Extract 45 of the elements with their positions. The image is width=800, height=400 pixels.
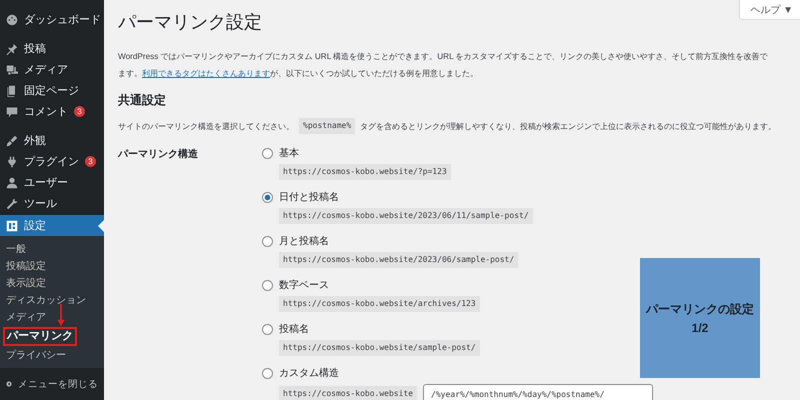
option-label: 日付と投稿名 xyxy=(279,190,339,204)
option-label: 投稿名 xyxy=(279,322,309,336)
tags-link[interactable]: 利用できるタグはたくさんあります xyxy=(142,65,270,82)
example-url: https://cosmos-kobo.website/2023/06/sample-post/ xyxy=(279,252,518,268)
intro-text: ます。 xyxy=(118,68,142,80)
sidebar-item[interactable]: 外観 xyxy=(0,130,104,151)
description-text: タグを含めるとリンクが理解しやすくなり、投稿が検索エンジンで上位に表示されるのに役立つ可能性があります。 xyxy=(360,120,776,132)
sidebar-item[interactable]: メディア xyxy=(0,59,104,80)
submenu-item[interactable]: 一般 xyxy=(0,241,104,258)
submenu-item[interactable]: ディスカッション xyxy=(0,292,104,309)
sidebar-item[interactable]: ツール xyxy=(0,193,104,214)
intro-text: が、以下にいくつか試していただける例を用意しました。 xyxy=(270,68,478,80)
intro-text: WordPress ではパーマリンクやアーカイブにカスタム URL 構造を使うことができます。URL をカスタマイズすることで、リンクの美しさや使いやすさ、そして前方互換性を改善で xyxy=(118,51,769,63)
count-badge: 3 xyxy=(74,106,85,117)
count-badge: 3 xyxy=(85,156,96,167)
section-title: 共通設定 xyxy=(118,92,167,109)
submenu-item[interactable]: 表示設定 xyxy=(0,275,104,292)
page-title: パーマリンク設定 xyxy=(118,11,263,34)
option-label: カスタム構造 xyxy=(279,366,339,380)
tag-code: %postname% xyxy=(299,118,356,134)
sidebar-item[interactable]: プラグイン 3 xyxy=(0,151,104,172)
option-label: 基本 xyxy=(279,146,299,160)
example-url: https://cosmos-kobo.website/2023/06/11/sample-post/ xyxy=(279,208,533,224)
option-label: 月と投稿名 xyxy=(279,234,329,248)
custom-structure-field[interactable]: /%year%/%monthnum%/%day%/%postname%/ xyxy=(423,384,654,400)
annotation-text: 1/2 xyxy=(692,321,708,335)
sidebar-item[interactable]: 設定 xyxy=(0,215,104,236)
option-label: 数字ベース xyxy=(279,278,329,292)
submenu-item[interactable]: 投稿設定 xyxy=(0,258,104,275)
sidebar-item[interactable]: 固定ページ xyxy=(0,80,104,101)
description-text: サイトのパーマリンク構造を選択してください。 xyxy=(118,120,294,132)
sidebar-item[interactable]: コメント 3 xyxy=(0,101,104,122)
example-url: https://cosmos-kobo.website/sample-post/ xyxy=(279,340,480,356)
example-url: https://cosmos-kobo.website/?p=123 xyxy=(279,164,451,180)
submenu-item[interactable]: パーマリンク xyxy=(4,328,76,345)
annotation-text: パーマリンクの設定 xyxy=(646,301,754,318)
sidebar-item[interactable]: ユーザー xyxy=(0,172,104,193)
submenu-item[interactable]: プライバシー xyxy=(0,347,104,364)
submenu-item[interactable]: メディア xyxy=(0,309,104,326)
field-label: パーマリンク構造 xyxy=(118,148,199,162)
sidebar-item[interactable]: 投稿 xyxy=(0,38,104,59)
help-button[interactable]: ヘルプ ▼ xyxy=(739,0,800,20)
sidebar-item[interactable]: ダッシュボード xyxy=(0,9,104,30)
example-url: https://cosmos-kobo.website/archives/123 xyxy=(279,296,480,312)
base-url: https://cosmos-kobo.website xyxy=(279,386,418,400)
